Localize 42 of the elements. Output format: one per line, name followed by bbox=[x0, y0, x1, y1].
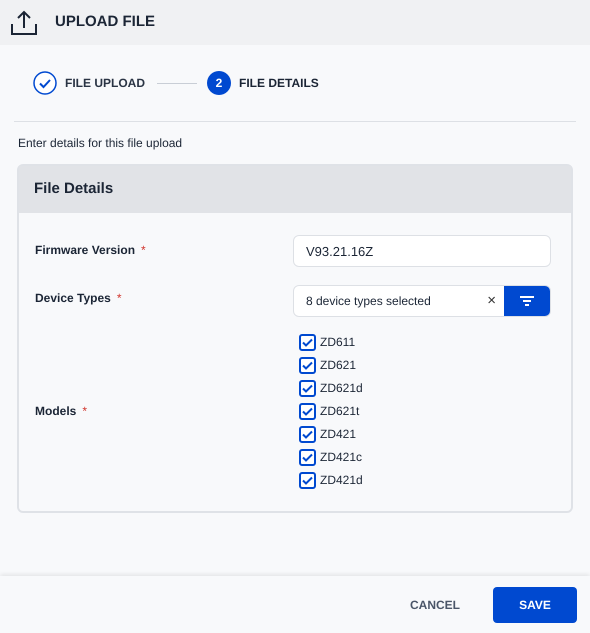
save-button[interactable]: SAVE bbox=[493, 586, 577, 622]
checkbox[interactable] bbox=[299, 426, 316, 442]
filter-button[interactable] bbox=[504, 286, 550, 316]
checkmark-icon bbox=[302, 476, 313, 484]
field-label: Models bbox=[35, 403, 76, 420]
checkbox[interactable] bbox=[299, 380, 316, 396]
step-label[interactable]: FILE UPLOAD bbox=[65, 74, 145, 92]
model-label: ZD421c bbox=[320, 449, 362, 466]
checkbox[interactable] bbox=[299, 448, 316, 466]
required-mark: * bbox=[141, 242, 146, 259]
cancel-button[interactable]: CANCEL bbox=[410, 596, 460, 614]
device-types-value: 8 device types selected bbox=[305, 293, 432, 310]
instructions-text: Enter details for this file upload bbox=[18, 136, 182, 150]
model-label: ZD621t bbox=[320, 403, 360, 420]
clear-button[interactable]: × bbox=[479, 290, 504, 312]
device-types-field[interactable]: 8 device types selected × bbox=[293, 285, 551, 317]
checkmark-icon bbox=[302, 360, 313, 370]
field-label: Firmware Version bbox=[35, 242, 136, 259]
model-label: ZD621 bbox=[320, 357, 356, 374]
checkbox[interactable] bbox=[299, 356, 316, 374]
checkmark-icon bbox=[302, 384, 313, 392]
checkbox[interactable] bbox=[299, 334, 316, 350]
required-mark: * bbox=[116, 290, 122, 307]
filter-icon bbox=[520, 296, 534, 306]
page-title: UPLOAD FILE bbox=[55, 12, 155, 32]
card-title: File Details bbox=[34, 179, 114, 200]
checkmark-icon bbox=[302, 338, 313, 346]
upload-icon bbox=[11, 10, 37, 36]
model-label: ZD621d bbox=[320, 380, 363, 397]
checkmark-icon bbox=[302, 452, 313, 462]
checkbox[interactable] bbox=[299, 472, 316, 488]
model-label: ZD421 bbox=[320, 426, 356, 443]
step-label[interactable]: FILE DETAILS bbox=[239, 74, 319, 92]
checkmark-icon bbox=[302, 430, 313, 438]
field-label: Device Types bbox=[35, 290, 111, 307]
required-mark: * bbox=[82, 403, 88, 420]
step-number: 2 bbox=[207, 71, 231, 95]
model-label: ZD611 bbox=[320, 334, 356, 351]
checkbox[interactable] bbox=[299, 402, 316, 420]
firmware-version-field[interactable]: V93.21.16Z bbox=[293, 235, 551, 267]
checkmark-icon bbox=[302, 406, 313, 416]
model-label: ZD421d bbox=[320, 472, 363, 489]
